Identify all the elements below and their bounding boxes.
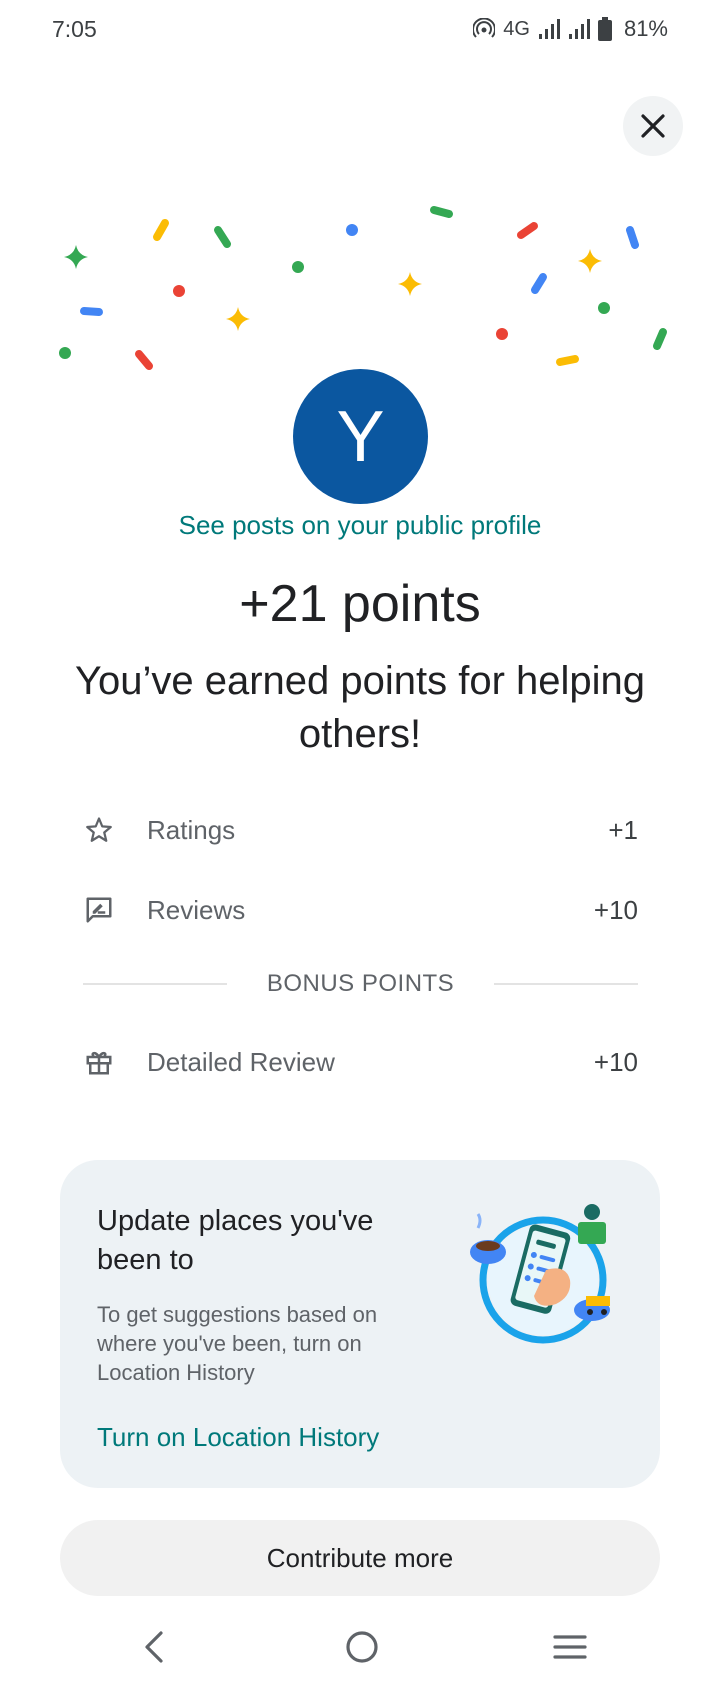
points-row-value: +10 <box>593 1046 638 1077</box>
confetti-decoration <box>59 206 667 370</box>
battery-icon <box>597 17 612 41</box>
bonus-points-divider: BONUS POINTS <box>83 960 639 1008</box>
home-icon <box>346 1631 378 1663</box>
points-row-ratings: Ratings +1 <box>83 800 638 860</box>
contribute-more-button[interactable]: Contribute more <box>60 1520 660 1596</box>
review-icon <box>83 894 115 926</box>
sparkle-icon <box>578 249 602 273</box>
points-row-reviews: Reviews +10 <box>83 880 638 940</box>
signal-icon-2 <box>568 19 590 39</box>
location-history-card: Update places you've been to To get sugg… <box>60 1160 660 1488</box>
sparkle-icon <box>64 245 88 269</box>
points-row-label: Ratings <box>147 814 236 845</box>
points-row-label: Detailed Review <box>147 1046 335 1077</box>
star-outline-icon <box>83 814 115 846</box>
points-title: +21 points <box>239 575 481 633</box>
back-icon <box>145 1631 163 1663</box>
close-icon <box>641 114 665 138</box>
system-nav-bar <box>0 1610 720 1687</box>
status-time: 7:05 <box>52 16 97 42</box>
points-row-value: +10 <box>593 894 638 925</box>
points-row-value: +1 <box>608 814 638 845</box>
bonus-points-label: BONUS POINTS <box>266 970 455 997</box>
status-icons: 4G 81% <box>473 16 668 42</box>
turn-on-location-history-link[interactable]: Turn on Location History <box>97 1422 379 1453</box>
hotspot-icon <box>473 18 496 38</box>
status-bar: 7:05 4G 81% <box>0 0 720 62</box>
card-body: To get suggestions based on where you've… <box>97 1302 378 1385</box>
sparkle-icon <box>226 307 250 331</box>
sparkle-icon <box>398 272 422 296</box>
card-title: Update places you've been to <box>97 1205 374 1276</box>
points-row-detailed-review: Detailed Review +10 <box>83 1032 638 1092</box>
avatar[interactable]: Y <box>293 369 428 504</box>
close-button[interactable] <box>623 96 683 156</box>
gift-icon <box>83 1046 115 1078</box>
network-type: 4G <box>503 17 530 40</box>
battery-percent: 81% <box>623 16 668 41</box>
points-row-label: Reviews <box>147 894 246 925</box>
nav-home-button[interactable] <box>332 1622 392 1672</box>
phone-in-hand-illustration <box>470 1204 610 1344</box>
nav-back-button[interactable] <box>124 1622 184 1672</box>
public-profile-link[interactable]: See posts on your public profile <box>0 510 720 541</box>
points-subtitle: You’ve earned points for helping others! <box>74 659 646 756</box>
nav-recents-button[interactable] <box>540 1622 600 1672</box>
recents-icon <box>553 1635 587 1659</box>
signal-icon <box>538 19 560 39</box>
